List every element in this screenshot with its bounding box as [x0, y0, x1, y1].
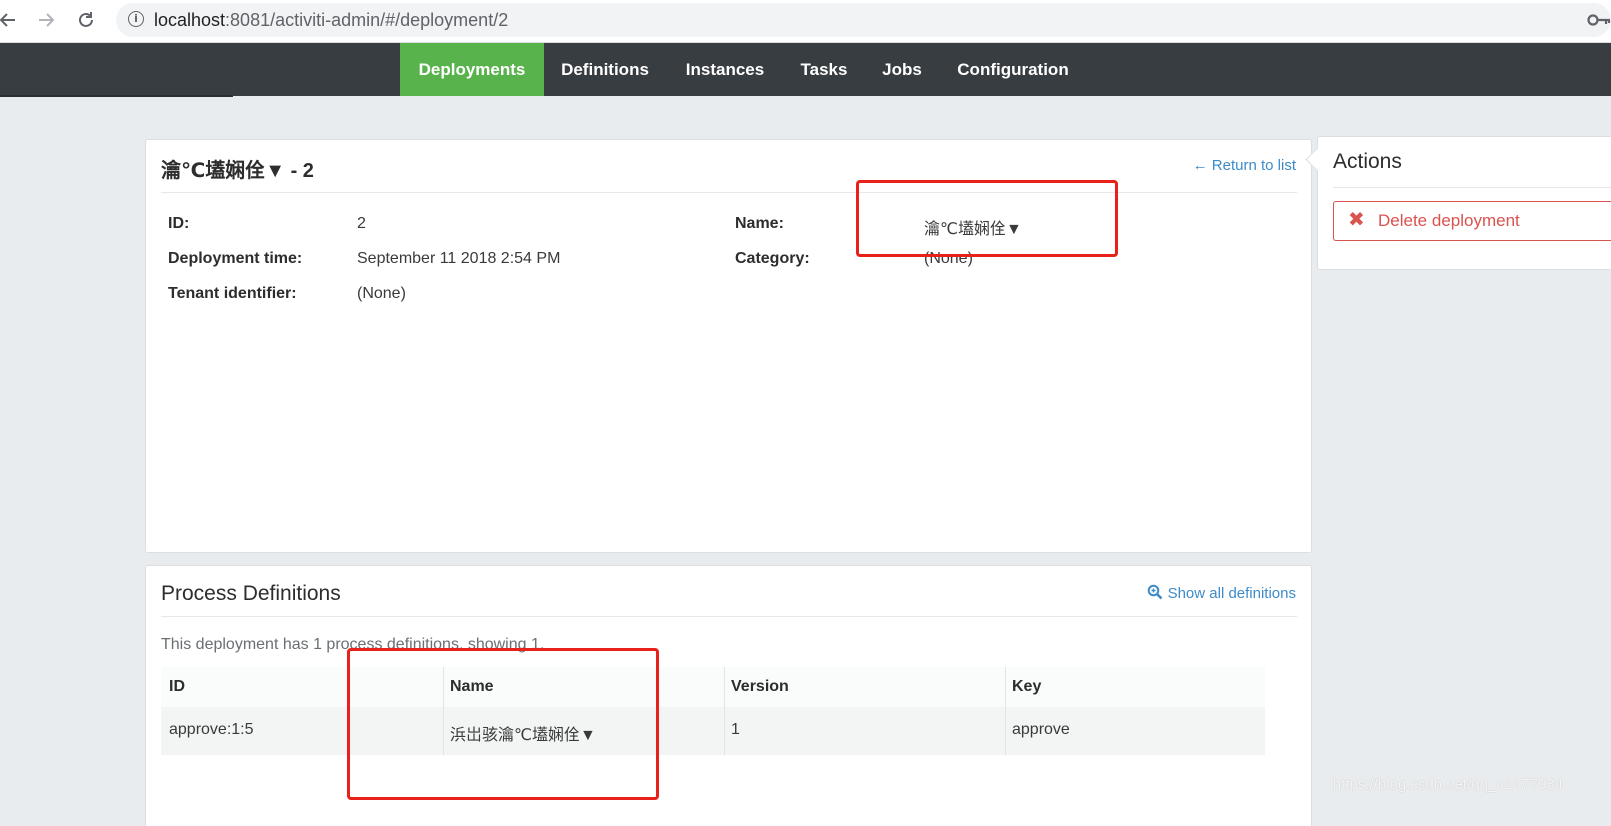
address-bar[interactable]: i localhost:8081/activiti-admin/#/deploy…: [116, 3, 1611, 37]
nav-underline: [0, 95, 233, 97]
browser-bar: i localhost:8081/activiti-admin/#/deploy…: [0, 0, 1611, 43]
delete-deployment-label: Delete deployment: [1378, 211, 1520, 230]
table-row[interactable]: [161, 707, 1265, 755]
deployment-details-card: 瀹℃壒娴佺▼ - 2 ← Return to list ID: 2 Deploy…: [145, 139, 1312, 553]
tab-instances[interactable]: Instances: [671, 43, 779, 96]
table-header: [161, 667, 1265, 707]
name-highlight-box: [856, 180, 1118, 257]
process-definitions-card: Process Definitions Show all definitions…: [145, 565, 1312, 826]
column-header-key[interactable]: Key: [1012, 678, 1041, 696]
delete-deployment-button[interactable]: ✖ Delete deployment: [1333, 201, 1611, 241]
return-to-list-link[interactable]: ← Return to list: [1193, 157, 1296, 174]
tab-deployments[interactable]: Deployments: [400, 43, 544, 96]
reload-icon[interactable]: [72, 6, 100, 34]
watermark: https://blog.csdn.net/qq_41477034: [1332, 776, 1563, 793]
info-icon[interactable]: i: [128, 11, 144, 27]
tab-configuration[interactable]: Configuration: [940, 43, 1086, 96]
tab-tasks[interactable]: Tasks: [784, 43, 864, 96]
url-text[interactable]: localhost:8081/activiti-admin/#/deployme…: [154, 10, 508, 31]
actions-title: Actions: [1333, 150, 1402, 173]
column-header-id[interactable]: ID: [169, 678, 185, 696]
cell-key[interactable]: approve: [1012, 721, 1070, 739]
cell-version[interactable]: 1: [731, 721, 740, 739]
column-divider: [724, 667, 725, 755]
column-header-version[interactable]: Version: [731, 678, 789, 696]
id-value: 2: [357, 215, 366, 232]
tab-jobs[interactable]: Jobs: [868, 43, 936, 96]
definitions-divider: [161, 616, 1297, 617]
column-divider: [1005, 667, 1006, 755]
definition-name-highlight-box: [347, 648, 659, 800]
delete-icon: ✖: [1348, 209, 1365, 231]
forward-arrow-icon[interactable]: [32, 6, 60, 34]
show-all-definitions-label: Show all definitions: [1167, 585, 1296, 602]
actions-divider: [1333, 187, 1611, 188]
category-label: Category:: [735, 250, 810, 267]
tenant-identifier-value: (None): [357, 285, 406, 302]
name-label: Name:: [735, 215, 784, 232]
deployment-time-value: September 11 2018 2:54 PM: [357, 250, 561, 267]
deployment-title: 瀹℃壒娴佺▼ - 2: [161, 160, 314, 182]
key-icon[interactable]: [1587, 11, 1611, 29]
process-definitions-title: Process Definitions: [161, 582, 341, 605]
actions-panel: Actions ✖ Delete deployment: [1305, 136, 1611, 270]
title-divider: [161, 192, 1297, 193]
show-all-definitions-link[interactable]: Show all definitions: [1147, 584, 1296, 603]
cell-id[interactable]: approve:1:5: [169, 721, 254, 739]
top-navigation: Deployments Definitions Instances Tasks …: [0, 43, 1611, 96]
back-arrow-icon[interactable]: [0, 6, 22, 34]
zoom-search-icon: [1147, 584, 1163, 600]
id-label: ID:: [168, 215, 190, 232]
deployment-time-label: Deployment time:: [168, 250, 303, 267]
tenant-identifier-label: Tenant identifier:: [168, 285, 297, 302]
tab-definitions[interactable]: Definitions: [544, 43, 666, 96]
